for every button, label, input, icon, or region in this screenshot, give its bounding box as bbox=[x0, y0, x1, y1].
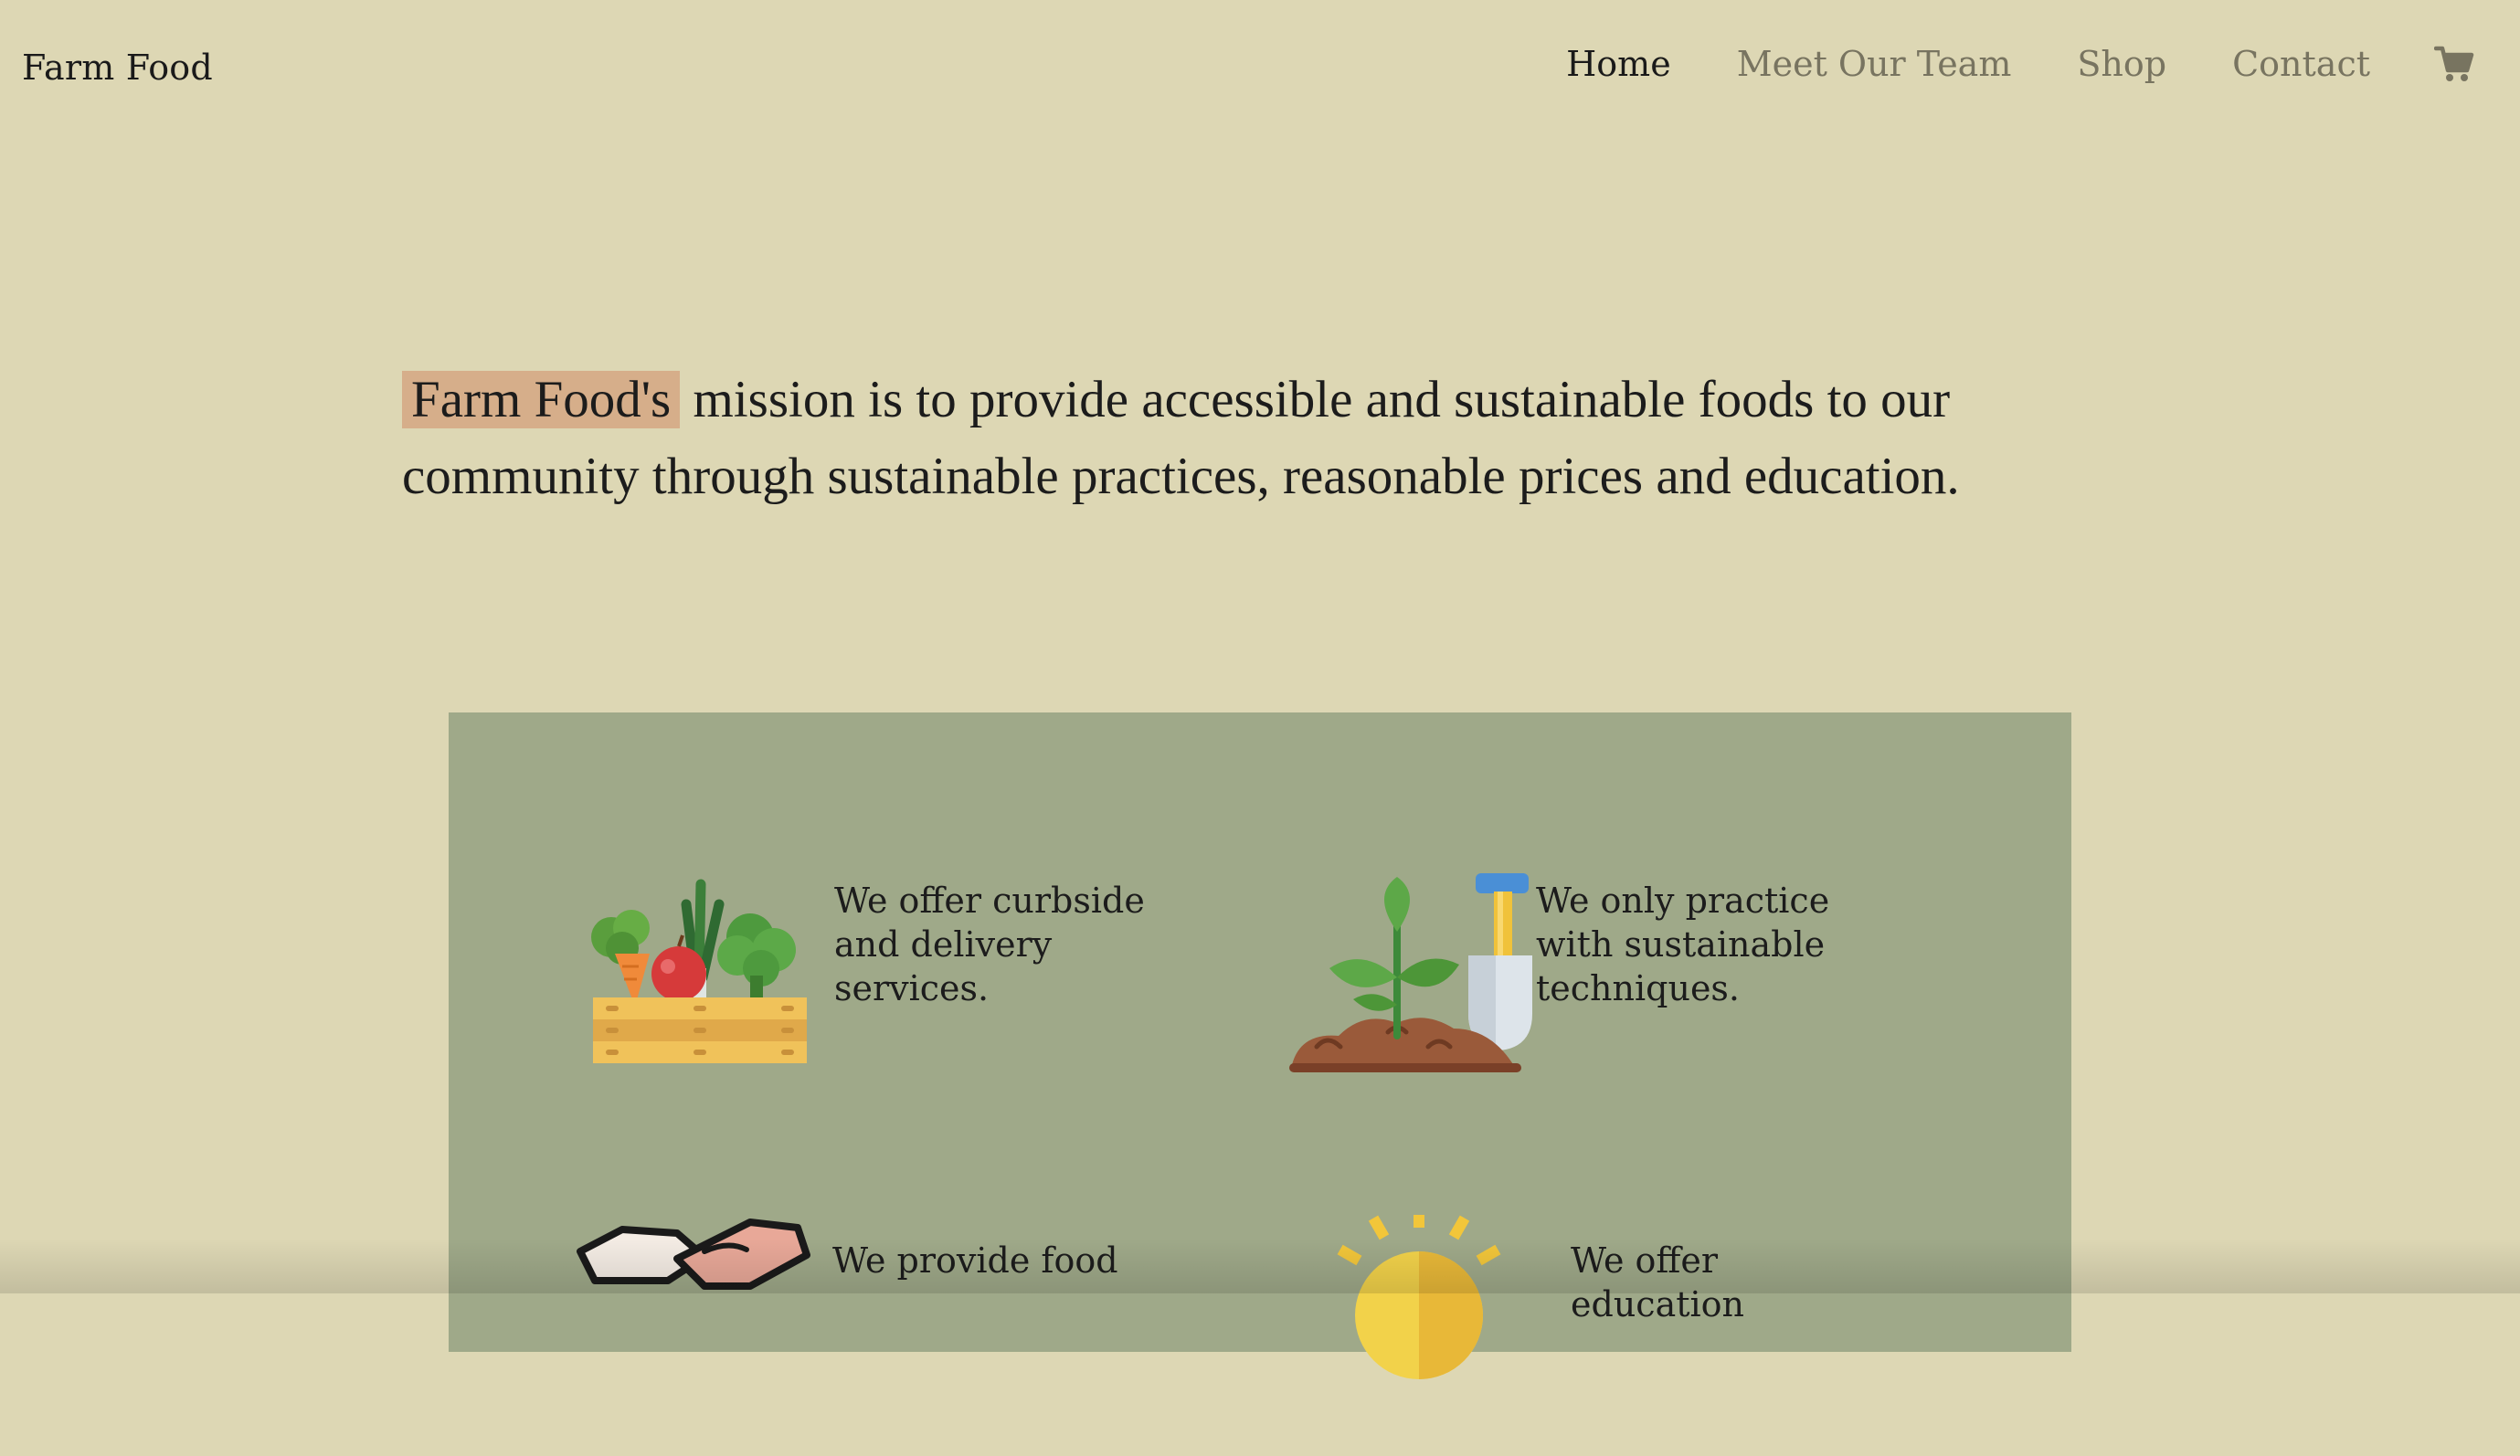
plant-shovel-icon bbox=[1280, 840, 1536, 1078]
nav-shop[interactable]: Shop bbox=[2077, 44, 2166, 84]
feature-sustainable-text: We only practice with sustainable techni… bbox=[1536, 881, 1830, 1008]
main-nav: Home Meet Our Team Shop Contact bbox=[1500, 44, 2474, 84]
feature-education: We offer education bbox=[1298, 1204, 1881, 1452]
nav-home[interactable]: Home bbox=[1566, 44, 1671, 84]
feature-sustainable: We only practice with sustainable techni… bbox=[1280, 840, 1847, 1078]
feature-delivery: We offer curbside and delivery services. bbox=[578, 840, 1145, 1078]
feature-education-text: We offer education bbox=[1571, 1240, 1744, 1324]
feature-food-text: We provide food bbox=[832, 1240, 1118, 1281]
shopping-cart-icon[interactable] bbox=[2433, 45, 2474, 83]
vegetable-crate-icon bbox=[578, 840, 834, 1078]
mission-statement: Farm Food's mission is to provide access… bbox=[402, 362, 2138, 515]
brand-logo-text[interactable]: Farm Food bbox=[22, 47, 213, 88]
nav-meet-our-team[interactable]: Meet Our Team bbox=[1737, 44, 2012, 84]
nav-contact[interactable]: Contact bbox=[2232, 44, 2370, 84]
handshake-icon bbox=[567, 1215, 823, 1452]
mission-highlight: Farm Food's bbox=[402, 371, 681, 428]
sun-icon bbox=[1298, 1204, 1554, 1452]
feature-food: We provide food bbox=[567, 1215, 1143, 1452]
feature-delivery-text: We offer curbside and delivery services. bbox=[834, 881, 1145, 1008]
features-panel: We offer curbside and delivery services. bbox=[449, 712, 2071, 1379]
